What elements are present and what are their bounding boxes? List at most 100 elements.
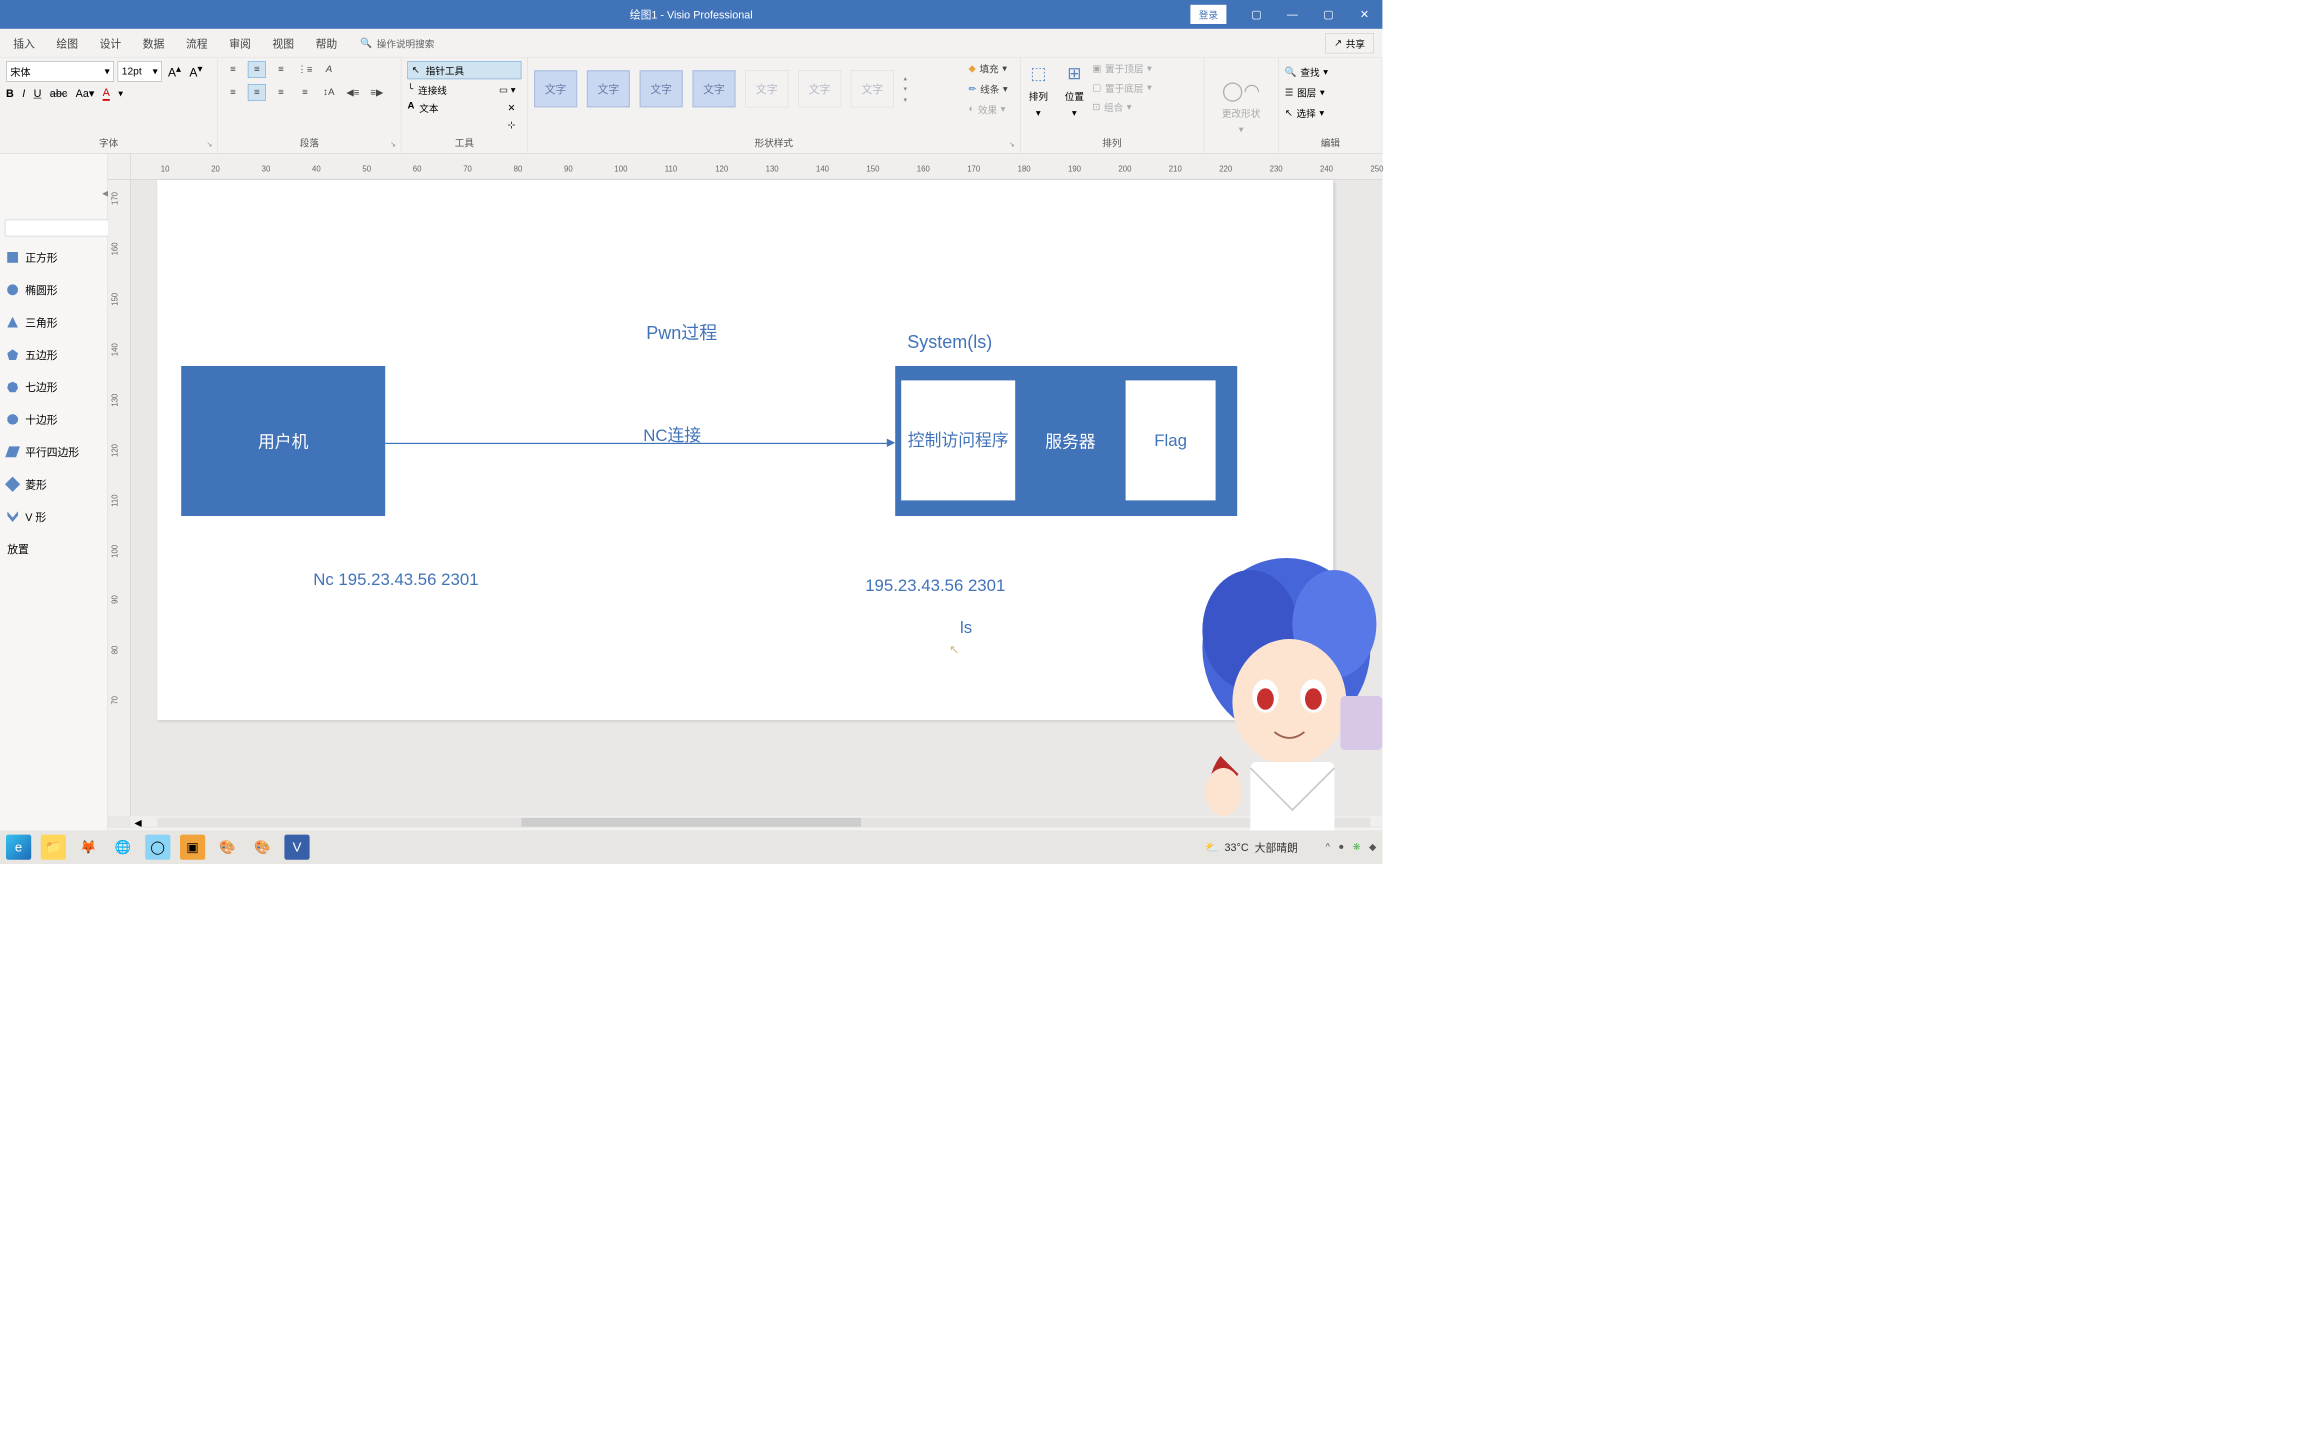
- increase-font-icon[interactable]: A▴: [166, 63, 184, 80]
- diagram-nc-cmd[interactable]: Nc 195.23.43.56 2301: [313, 570, 478, 589]
- diagram-flag-box[interactable]: Flag: [1126, 380, 1216, 500]
- maximize-icon[interactable]: ▢: [1310, 0, 1346, 29]
- ribbon-display-icon[interactable]: ▢: [1238, 0, 1274, 29]
- shape-item-decagon[interactable]: 十边形: [5, 403, 103, 435]
- clear-format-icon[interactable]: A: [320, 61, 338, 78]
- styles-more-icon[interactable]: ▾: [904, 95, 908, 103]
- shape-item-pentagon[interactable]: 五边形: [5, 338, 103, 370]
- style-item-5[interactable]: 文字: [745, 70, 788, 107]
- menu-process[interactable]: 流程: [175, 35, 218, 51]
- connector-tool-button[interactable]: ╰连接线: [408, 83, 447, 97]
- style-item-7[interactable]: 文字: [851, 70, 894, 107]
- visio-icon[interactable]: V: [284, 835, 309, 860]
- shape-item-heptagon[interactable]: 七边形: [5, 371, 103, 403]
- diagram-ip[interactable]: 195.23.43.56 2301: [865, 576, 1005, 595]
- diagram-ctrl-box[interactable]: 控制访问程序: [901, 380, 1015, 500]
- app-icon-3[interactable]: 🎨: [215, 835, 240, 860]
- delete-tool-icon[interactable]: ✕: [507, 102, 515, 114]
- shape-item-parallelogram[interactable]: 平行四边形: [5, 436, 103, 468]
- line-spacing-icon[interactable]: ↕A: [320, 84, 338, 101]
- text-tool-button[interactable]: A文本: [408, 101, 439, 115]
- effect-button[interactable]: ◐效果 ▾: [968, 102, 1007, 116]
- rectangle-tool-icon[interactable]: ▭ ▾: [499, 84, 516, 96]
- close-icon[interactable]: ✕: [1346, 0, 1382, 29]
- font-name-select[interactable]: 宋体▾: [6, 61, 114, 81]
- diagram-title[interactable]: Pwn过程: [646, 318, 717, 344]
- shape-item-square[interactable]: 正方形: [5, 241, 103, 273]
- weather-temp[interactable]: 33°C: [1225, 841, 1249, 854]
- shapes-search-input[interactable]: [5, 220, 120, 237]
- font-size-select[interactable]: 12pt▾: [118, 61, 162, 81]
- tray-icon-1[interactable]: ●: [1338, 842, 1344, 853]
- tell-me-search[interactable]: 🔍 操作说明搜索: [360, 36, 434, 50]
- fill-button[interactable]: ◆填充 ▾: [968, 61, 1007, 75]
- shape-item-vshape[interactable]: V 形: [5, 500, 103, 532]
- menu-review[interactable]: 审阅: [218, 35, 261, 51]
- line-button[interactable]: ✏线条 ▾: [968, 82, 1007, 96]
- align-left-icon[interactable]: ≡: [224, 61, 242, 78]
- file-explorer-icon[interactable]: 📁: [41, 835, 66, 860]
- layers-button[interactable]: ☰图层 ▾: [1285, 85, 1376, 99]
- bring-front-button[interactable]: ▣置于顶层 ▾: [1092, 61, 1152, 75]
- paragraph-dialog-launcher-icon[interactable]: ↘: [390, 140, 396, 148]
- menu-insert[interactable]: 插入: [2, 35, 45, 51]
- align-bottom-icon[interactable]: ≡: [272, 84, 290, 101]
- menu-help[interactable]: 帮助: [305, 35, 348, 51]
- bold-button[interactable]: B: [6, 87, 14, 100]
- find-button[interactable]: 🔍查找 ▾: [1285, 65, 1376, 79]
- font-dialog-launcher-icon[interactable]: ↘: [206, 140, 212, 148]
- diagram-arrow[interactable]: [385, 443, 887, 444]
- diagram-ls[interactable]: ls: [960, 618, 972, 637]
- align-middle-icon[interactable]: ≡: [248, 84, 266, 101]
- italic-button[interactable]: I: [22, 87, 25, 100]
- shape-item-triangle[interactable]: 三角形: [5, 306, 103, 338]
- align-center-icon[interactable]: ≡: [248, 61, 266, 78]
- chrome-icon[interactable]: 🌐: [110, 835, 135, 860]
- diagram-client-box[interactable]: 用户机: [181, 366, 385, 516]
- menu-view[interactable]: 视图: [262, 35, 305, 51]
- menu-data[interactable]: 数据: [132, 35, 175, 51]
- diagram-server-box[interactable]: 控制访问程序 服务器 Flag: [895, 366, 1237, 516]
- styles-scroll-down-icon[interactable]: ▾: [904, 85, 908, 93]
- weather-desc[interactable]: 大部晴朗: [1255, 839, 1298, 855]
- shape-item-ellipse[interactable]: 椭圆形: [5, 274, 103, 306]
- tray-icon-2[interactable]: ❋: [1353, 841, 1361, 853]
- shape-item-diamond[interactable]: 菱形: [5, 468, 103, 500]
- tray-chevron-icon[interactable]: ^: [1325, 842, 1330, 853]
- send-back-button[interactable]: ▢置于底层 ▾: [1092, 80, 1152, 94]
- align-top-icon[interactable]: ≡: [224, 84, 242, 101]
- minimize-icon[interactable]: —: [1274, 0, 1310, 29]
- style-item-3[interactable]: 文字: [640, 70, 683, 107]
- styles-scroll-up-icon[interactable]: ▴: [904, 74, 908, 82]
- bullets-icon[interactable]: ⋮≡: [296, 61, 314, 78]
- style-item-4[interactable]: 文字: [692, 70, 735, 107]
- arrange-button[interactable]: ⬚ 排列▾: [1026, 61, 1050, 119]
- style-item-6[interactable]: 文字: [798, 70, 841, 107]
- edge-icon[interactable]: e: [6, 835, 31, 860]
- shape-item-place[interactable]: 放置: [5, 533, 103, 565]
- tray-icon-3[interactable]: ◆: [1369, 841, 1376, 853]
- login-button[interactable]: 登录: [1190, 5, 1226, 24]
- styles-dialog-launcher-icon[interactable]: ↘: [1009, 140, 1015, 148]
- app-icon-2[interactable]: ▣: [180, 835, 205, 860]
- decrease-indent-icon[interactable]: ◀≡: [344, 84, 362, 101]
- connection-point-icon[interactable]: ⊹: [507, 119, 515, 131]
- style-item-2[interactable]: 文字: [587, 70, 630, 107]
- change-case-button[interactable]: Aa▾: [76, 87, 95, 100]
- select-button[interactable]: ↖选择 ▾: [1285, 106, 1376, 120]
- strike-button[interactable]: abc: [50, 87, 67, 100]
- align-right-icon[interactable]: ≡: [272, 61, 290, 78]
- share-button[interactable]: ↗ 共享: [1325, 33, 1374, 53]
- style-item-1[interactable]: 文字: [534, 70, 577, 107]
- diagram-system[interactable]: System(ls): [907, 332, 992, 352]
- font-color-button[interactable]: A: [103, 86, 110, 100]
- app-icon-1[interactable]: ◯: [145, 835, 170, 860]
- decrease-font-icon[interactable]: A▾: [187, 63, 205, 80]
- increase-indent-icon[interactable]: ≡▶: [368, 84, 386, 101]
- menu-design[interactable]: 设计: [89, 35, 132, 51]
- firefox-icon[interactable]: 🦊: [76, 835, 101, 860]
- app-icon-4[interactable]: 🎨: [250, 835, 275, 860]
- group-button[interactable]: ⊡组合 ▾: [1092, 100, 1152, 114]
- underline-button[interactable]: U: [34, 87, 42, 100]
- menu-draw[interactable]: 绘图: [46, 35, 89, 51]
